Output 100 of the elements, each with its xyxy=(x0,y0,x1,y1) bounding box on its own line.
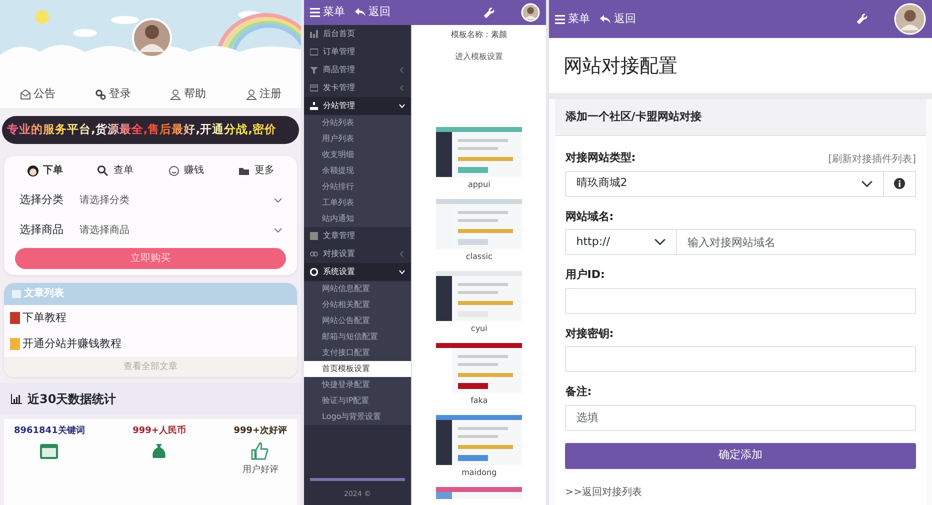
smiley-icon xyxy=(168,164,180,176)
menu-item-icon xyxy=(310,84,318,92)
template-label[interactable]: faka xyxy=(470,395,488,407)
submenu-item[interactable]: 网站信息配置 xyxy=(304,281,412,297)
stat-value: 999+次好评 xyxy=(234,424,288,438)
note-input[interactable]: 选填 xyxy=(565,404,916,430)
submenu-item[interactable]: 收支明细 xyxy=(304,147,412,163)
sidebar-item[interactable]: 分站管理 xyxy=(304,97,412,115)
stat-value: 8961841关键词 xyxy=(14,424,85,438)
submenu-item[interactable]: 验证与IP配置 xyxy=(304,393,412,409)
sidebar-item[interactable]: 商品管理 xyxy=(304,61,412,79)
submenu-item[interactable]: 站内通知 xyxy=(304,211,412,227)
submenu-item[interactable]: 余额提现 xyxy=(304,163,412,179)
article-link[interactable]: 下单教程 xyxy=(22,310,66,326)
chevron-down-icon xyxy=(399,103,406,109)
order-tab[interactable]: 下单 xyxy=(22,161,67,180)
sidebar-item[interactable]: 系统设置 xyxy=(304,263,412,281)
template-settings-link[interactable]: 进入模板设置 xyxy=(455,51,504,63)
submenu-item[interactable]: 快捷登录配置 xyxy=(304,377,412,393)
submenu-item[interactable]: 分站排行 xyxy=(304,179,412,195)
field-label: 选择商品 xyxy=(20,222,64,238)
submenu-item[interactable]: 工单列表 xyxy=(304,195,412,211)
submenu-item[interactable]: 分站相关配置 xyxy=(304,297,412,313)
submenu-item[interactable]: 支付接口配置 xyxy=(304,345,412,361)
article-link[interactable]: 开通分站并赚钱教程 xyxy=(22,336,122,352)
thumbs-up-icon xyxy=(250,441,270,461)
chevron-left-icon xyxy=(399,85,406,91)
menu-item-icon xyxy=(310,102,318,110)
sidebar-item[interactable]: 后台首页 xyxy=(304,25,412,43)
nav-link[interactable]: 帮助 xyxy=(170,86,206,102)
avatar-icon xyxy=(521,3,540,22)
chevron-down-icon xyxy=(399,269,406,275)
nav-link[interactable]: 注册 xyxy=(246,86,282,102)
order-tab[interactable]: 查单 xyxy=(93,161,138,180)
back-button[interactable]: 返回 xyxy=(354,4,391,21)
wrench-icon[interactable] xyxy=(856,13,868,25)
menu-button[interactable]: 菜单 xyxy=(310,4,345,21)
sidebar-item[interactable]: 订单管理 xyxy=(304,43,412,61)
order-tab[interactable]: 赚钱 xyxy=(164,161,208,180)
gears-icon xyxy=(95,88,106,100)
menu-item-icon xyxy=(310,30,318,38)
card-title: 文章列表 xyxy=(24,286,64,302)
envelope-icon xyxy=(20,88,31,100)
bar-chart-icon xyxy=(11,394,22,404)
select-field[interactable]: 请选择分类 xyxy=(80,193,282,208)
sidebar-item[interactable]: 发卡管理 xyxy=(304,79,412,97)
stat-value: 999+人民币 xyxy=(132,424,186,438)
menu-item-icon xyxy=(310,250,318,258)
template-label[interactable]: classic xyxy=(466,251,492,263)
field-label: 对接网站类型: xyxy=(565,150,636,166)
menu-item-icon xyxy=(310,232,318,240)
menu-icon xyxy=(555,14,566,24)
menu-button[interactable]: 菜单 xyxy=(555,10,590,28)
template-label[interactable]: appui xyxy=(468,179,490,191)
calendar-icon xyxy=(39,441,60,461)
field-label: 备注: xyxy=(565,384,593,400)
protocol-select[interactable]: http:// xyxy=(565,229,678,255)
chevron-left-icon xyxy=(399,67,406,73)
submenu-item[interactable]: 首页模板设置 xyxy=(304,361,412,377)
info-icon xyxy=(894,178,906,189)
back-button[interactable]: 返回 xyxy=(600,10,636,28)
back-arrow-icon xyxy=(600,14,611,24)
type-select[interactable]: 晴玖商城2 xyxy=(565,170,884,196)
submenu-item[interactable]: 用户列表 xyxy=(304,131,412,147)
field-label: 对接密钥: xyxy=(565,326,615,342)
wrench-icon[interactable] xyxy=(483,6,496,18)
sidebar-item[interactable]: 对接设置 xyxy=(304,245,412,263)
user-id-input[interactable] xyxy=(565,288,916,314)
info-button[interactable] xyxy=(883,170,916,196)
select-field[interactable]: 请选择商品 xyxy=(80,223,282,238)
nav-link[interactable]: 公告 xyxy=(20,86,56,102)
template-label[interactable]: cyui xyxy=(470,323,488,335)
submenu-item[interactable]: 邮箱与短信配置 xyxy=(304,329,412,345)
chevron-left-icon xyxy=(399,251,406,257)
sidebar-item[interactable]: 文章管理 xyxy=(304,227,412,245)
domain-input[interactable]: 输入对接网站域名 xyxy=(676,229,916,255)
stats-header: 近30天数据统计 xyxy=(0,382,302,415)
chevron-down-icon xyxy=(274,198,282,203)
menu-icon xyxy=(310,8,320,17)
nav-link[interactable]: 登录 xyxy=(95,86,131,102)
menu-item-icon xyxy=(310,48,318,56)
face-icon xyxy=(26,164,39,176)
chevron-down-icon xyxy=(274,228,282,233)
submit-button[interactable]: 确定添加 xyxy=(565,442,916,468)
submenu-item[interactable]: 网站公告配置 xyxy=(304,313,412,329)
order-tab[interactable]: 更多 xyxy=(234,161,278,180)
stat-label: 用户好评 xyxy=(242,464,278,477)
submenu-item[interactable]: Logo与背景设置 xyxy=(304,409,412,425)
template-label[interactable]: maidong xyxy=(462,467,497,479)
back-link[interactable]: >>返回对接列表 xyxy=(565,484,916,500)
user-icon xyxy=(170,88,182,100)
menu-item-icon xyxy=(310,66,318,74)
key-input[interactable] xyxy=(565,346,916,372)
field-label: 网站域名: xyxy=(565,208,615,224)
page-title: 网站对接配置 xyxy=(549,38,932,98)
field-label: 用户ID: xyxy=(565,267,606,283)
search-icon xyxy=(97,164,110,176)
refresh-link[interactable]: [刷新对接插件列表] xyxy=(828,152,916,166)
back-arrow-icon xyxy=(354,8,366,17)
submenu-item[interactable]: 分站列表 xyxy=(304,115,412,131)
